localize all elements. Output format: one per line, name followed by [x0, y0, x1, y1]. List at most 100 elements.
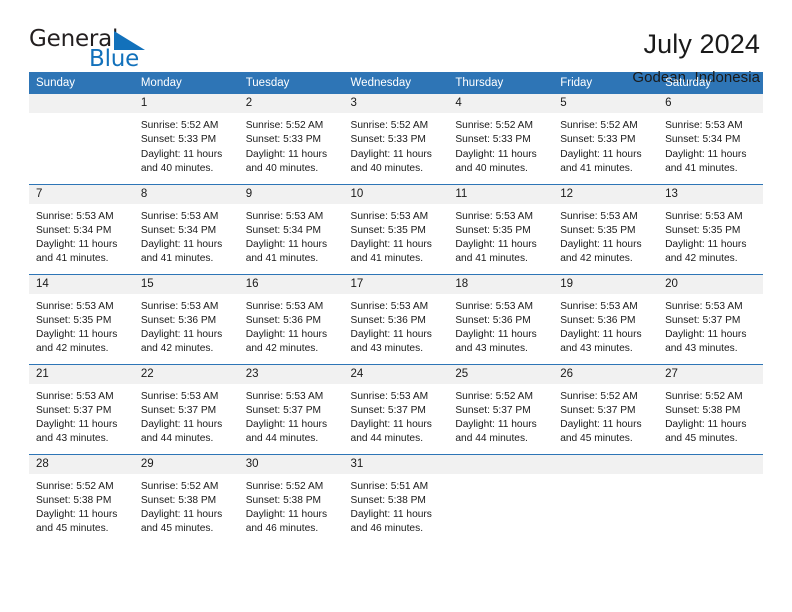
weekday-header-wednesday: Wednesday	[343, 72, 449, 94]
day-number: 29	[133, 454, 239, 474]
calendar-day-cell[interactable]: 11 Sunrise: 5:53 AM Sunset: 5:35 PM Dayligh…	[448, 183, 554, 274]
calendar-day-cell[interactable]: 27 Sunrise: 5:52 AM Sunset: 5:38 PM Dayligh…	[658, 363, 763, 454]
day-details: Sunrise: 5:52 AM Sunset: 5:38 PM Daylight:…	[29, 474, 134, 537]
day-details: Sunrise: 5:52 AM Sunset: 5:33 PM Daylight:…	[239, 113, 344, 176]
calendar-day-cell[interactable]: 31 Sunrise: 5:51 AM Sunset: 5:38 PM Dayligh…	[343, 453, 449, 544]
day-number: 27	[658, 364, 763, 384]
calendar-day-cell[interactable]: 2 Sunrise: 5:52 AM Sunset: 5:33 PM Daylight…	[238, 94, 344, 184]
sunset-text: Sunset: 5:36 PM	[560, 314, 636, 326]
sunset-text: Sunset: 5:34 PM	[36, 224, 112, 236]
sunset-text: Sunset: 5:36 PM	[245, 314, 322, 326]
sunrise-text: Sunrise: 5:53 AM	[560, 210, 638, 222]
sunset-text: Sunset: 5:36 PM	[455, 314, 531, 326]
day-details: Sunrise: 5:52 AM Sunset: 5:37 PM Daylight:…	[553, 384, 658, 447]
calendar-week-row: 14 Sunrise: 5:53 AM Sunset: 5:35 PM Dayligh…	[29, 273, 763, 364]
day-number: 14	[29, 274, 134, 294]
calendar-day-cell[interactable]: 29 Sunrise: 5:52 AM Sunset: 5:38 PM Dayligh…	[133, 453, 239, 544]
day-details: Sunrise: 5:53 AM Sunset: 5:35 PM Daylight:…	[448, 204, 553, 267]
calendar-day-cell[interactable]: 9 Sunrise: 5:53 AM Sunset: 5:34 PM Daylight…	[238, 183, 344, 274]
sunrise-text: Sunrise: 5:52 AM	[140, 480, 219, 492]
daylight-text-line1: Daylight: 11 hours	[140, 509, 223, 521]
day-details: Sunrise: 5:53 AM Sunset: 5:34 PM Daylight:…	[658, 113, 763, 176]
sunset-text: Sunset: 5:38 PM	[36, 494, 112, 506]
calendar-day-cell[interactable]: 28 Sunrise: 5:52 AM Sunset: 5:38 PM Dayligh…	[29, 453, 134, 544]
day-details: Sunrise: 5:52 AM Sunset: 5:33 PM Daylight:…	[448, 113, 553, 176]
calendar-day-cell[interactable]: 17 Sunrise: 5:53 AM Sunset: 5:36 PM Dayligh…	[343, 273, 449, 364]
day-details: Sunrise: 5:52 AM Sunset: 5:38 PM Daylight:…	[658, 384, 763, 447]
daylight-text-line1: Daylight: 11 hours	[245, 148, 328, 160]
calendar-day-cell[interactable]: 26 Sunrise: 5:52 AM Sunset: 5:37 PM Dayligh…	[553, 363, 659, 454]
calendar-day-cell[interactable]: 20 Sunrise: 5:53 AM Sunset: 5:37 PM Dayligh…	[658, 273, 763, 364]
calendar-week-row: 7 Sunrise: 5:53 AM Sunset: 5:34 PM Daylight…	[29, 183, 763, 274]
calendar-day-cell[interactable]: 18 Sunrise: 5:53 AM Sunset: 5:36 PM Dayligh…	[448, 273, 554, 364]
day-number	[29, 94, 134, 113]
daylight-text-line2: and 44 minutes.	[350, 433, 424, 445]
daylight-text-line1: Daylight: 11 hours	[455, 148, 537, 160]
calendar-day-cell[interactable]: 23 Sunrise: 5:53 AM Sunset: 5:37 PM Dayligh…	[238, 363, 344, 454]
daylight-text-line1: Daylight: 11 hours	[36, 239, 118, 251]
daylight-text-line2: and 40 minutes.	[245, 162, 319, 174]
daylight-text-line1: Daylight: 11 hours	[350, 509, 432, 521]
daylight-text-line2: and 41 minutes.	[665, 162, 738, 174]
day-number: 22	[133, 364, 239, 384]
calendar-day-cell[interactable]: 19 Sunrise: 5:53 AM Sunset: 5:36 PM Dayligh…	[553, 273, 659, 364]
daylight-text-line1: Daylight: 11 hours	[560, 419, 642, 431]
day-details: Sunrise: 5:53 AM Sunset: 5:37 PM Daylight:…	[29, 384, 134, 447]
weekday-header-tuesday: Tuesday	[238, 72, 344, 94]
calendar-day-cell[interactable]: 4 Sunrise: 5:52 AM Sunset: 5:33 PM Daylight…	[448, 94, 554, 184]
sunrise-text: Sunrise: 5:53 AM	[140, 390, 219, 402]
daylight-text-line1: Daylight: 11 hours	[140, 419, 223, 431]
daylight-text-line2: and 41 minutes.	[140, 253, 214, 265]
daylight-text-line2: and 42 minutes.	[560, 253, 633, 265]
logo-text-blue: Blue	[89, 46, 140, 72]
sunset-text: Sunset: 5:34 PM	[140, 224, 217, 236]
calendar-day-cell[interactable]: 1 Sunrise: 5:52 AM Sunset: 5:33 PM Daylight…	[133, 94, 239, 184]
calendar-day-cell[interactable]: 24 Sunrise: 5:53 AM Sunset: 5:37 PM Dayligh…	[343, 363, 449, 454]
calendar-day-cell[interactable]: 13 Sunrise: 5:53 AM Sunset: 5:35 PM Dayligh…	[658, 183, 763, 274]
general-blue-logo[interactable]: General Blue	[29, 28, 159, 76]
day-number: 25	[448, 364, 554, 384]
day-details: Sunrise: 5:52 AM Sunset: 5:38 PM Daylight:…	[134, 474, 239, 537]
calendar-day-cell[interactable]: 21 Sunrise: 5:53 AM Sunset: 5:37 PM Dayligh…	[29, 363, 134, 454]
sunrise-text: Sunrise: 5:53 AM	[36, 300, 114, 312]
calendar-day-cell[interactable]: 3 Sunrise: 5:52 AM Sunset: 5:33 PM Daylight…	[343, 94, 449, 184]
sunrise-text: Sunrise: 5:53 AM	[665, 210, 743, 222]
sunset-text: Sunset: 5:37 PM	[140, 404, 217, 416]
calendar-day-cell[interactable]: 30 Sunrise: 5:52 AM Sunset: 5:38 PM Dayligh…	[238, 453, 344, 544]
daylight-text-line1: Daylight: 11 hours	[245, 329, 328, 341]
sunrise-text: Sunrise: 5:53 AM	[560, 300, 638, 312]
daylight-text-line1: Daylight: 11 hours	[665, 419, 747, 431]
daylight-text-line2: and 41 minutes.	[560, 162, 633, 174]
sunset-text: Sunset: 5:37 PM	[36, 404, 112, 416]
day-number: 28	[29, 454, 134, 474]
calendar-day-cell[interactable]: 8 Sunrise: 5:53 AM Sunset: 5:34 PM Daylight…	[133, 183, 239, 274]
day-details: Sunrise: 5:53 AM Sunset: 5:37 PM Daylight:…	[658, 294, 763, 357]
sunset-text: Sunset: 5:33 PM	[455, 134, 531, 146]
day-number	[658, 454, 763, 474]
day-number: 13	[658, 184, 763, 204]
daylight-text-line2: and 46 minutes.	[245, 523, 319, 535]
daylight-text-line1: Daylight: 11 hours	[350, 329, 432, 341]
daylight-text-line2: and 43 minutes.	[455, 343, 528, 355]
day-details: Sunrise: 5:53 AM Sunset: 5:34 PM Daylight:…	[134, 204, 239, 267]
calendar-day-cell[interactable]: 22 Sunrise: 5:53 AM Sunset: 5:37 PM Dayligh…	[133, 363, 239, 454]
calendar-day-cell[interactable]: 7 Sunrise: 5:53 AM Sunset: 5:34 PM Daylight…	[29, 183, 134, 274]
calendar-day-cell[interactable]: 6 Sunrise: 5:53 AM Sunset: 5:34 PM Daylight…	[658, 94, 763, 184]
daylight-text-line2: and 40 minutes.	[140, 162, 214, 174]
calendar-day-cell[interactable]: 5 Sunrise: 5:52 AM Sunset: 5:33 PM Daylight…	[553, 94, 659, 184]
day-number: 9	[238, 184, 344, 204]
daylight-text-line2: and 40 minutes.	[350, 162, 424, 174]
day-number: 1	[133, 94, 239, 113]
sunrise-text: Sunrise: 5:53 AM	[140, 300, 219, 312]
calendar-day-cell[interactable]: 12 Sunrise: 5:53 AM Sunset: 5:35 PM Dayligh…	[553, 183, 659, 274]
calendar-day-cell[interactable]: 14 Sunrise: 5:53 AM Sunset: 5:35 PM Dayligh…	[29, 273, 134, 364]
day-number: 6	[658, 94, 763, 113]
calendar-day-cell[interactable]: 25 Sunrise: 5:52 AM Sunset: 5:37 PM Dayligh…	[448, 363, 554, 454]
calendar-day-cell[interactable]: 15 Sunrise: 5:53 AM Sunset: 5:36 PM Dayligh…	[133, 273, 239, 364]
calendar-day-cell[interactable]: 10 Sunrise: 5:53 AM Sunset: 5:35 PM Dayligh…	[343, 183, 449, 274]
day-details: Sunrise: 5:53 AM Sunset: 5:36 PM Daylight:…	[239, 294, 344, 357]
calendar-day-cell[interactable]: 16 Sunrise: 5:53 AM Sunset: 5:36 PM Dayligh…	[238, 273, 344, 364]
daylight-text-line1: Daylight: 11 hours	[36, 419, 118, 431]
daylight-text-line2: and 40 minutes.	[455, 162, 528, 174]
sunrise-text: Sunrise: 5:52 AM	[455, 120, 533, 131]
